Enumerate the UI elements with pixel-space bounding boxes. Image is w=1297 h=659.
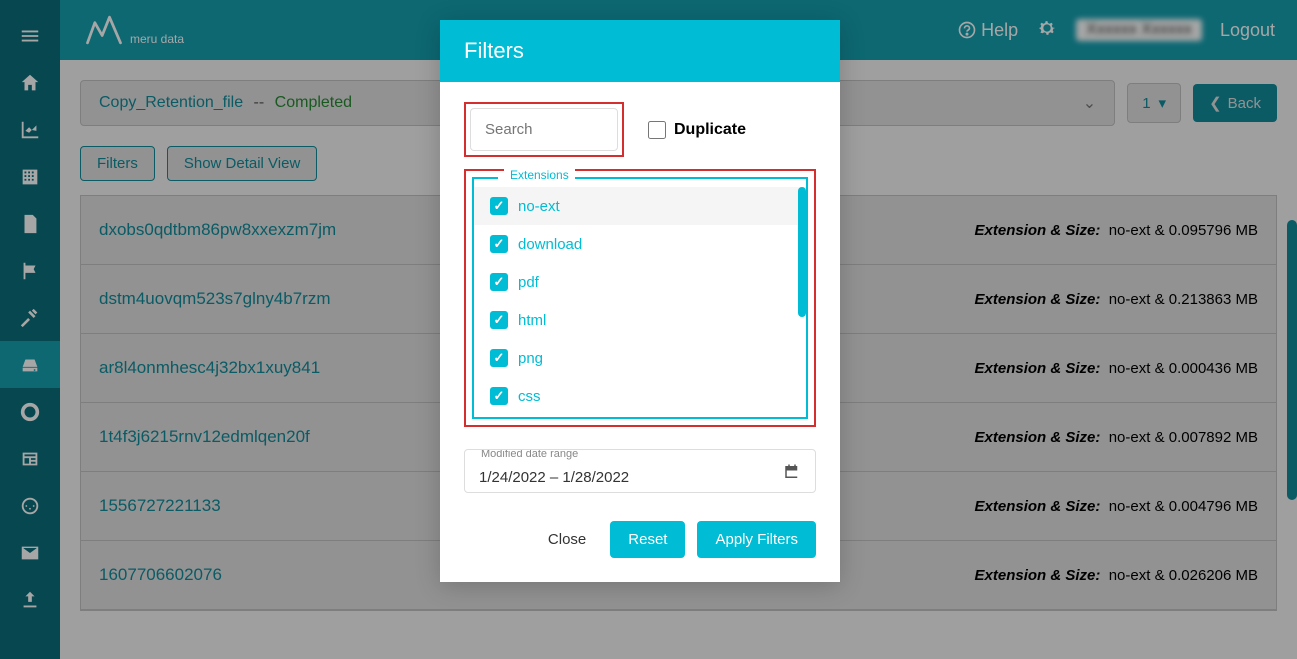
extension-item[interactable]: ✓css — [474, 377, 806, 415]
checkbox-checked-icon[interactable]: ✓ — [490, 311, 508, 329]
close-button[interactable]: Close — [536, 521, 598, 558]
search-input[interactable] — [470, 108, 618, 151]
checkbox-checked-icon[interactable]: ✓ — [490, 387, 508, 405]
extensions-scrollbar[interactable] — [798, 187, 806, 317]
extensions-highlight: Extensions ✓no-ext ✓download ✓pdf ✓html … — [464, 169, 816, 427]
duplicate-checkbox-input[interactable] — [648, 121, 666, 139]
search-highlight — [464, 102, 624, 157]
checkbox-checked-icon[interactable]: ✓ — [490, 273, 508, 291]
extension-item[interactable]: ✓html — [474, 301, 806, 339]
extension-item[interactable]: ✓png — [474, 339, 806, 377]
modal-title: Filters — [440, 20, 840, 82]
checkbox-checked-icon[interactable]: ✓ — [490, 235, 508, 253]
extension-item[interactable]: ✓pdf — [474, 263, 806, 301]
checkbox-checked-icon[interactable]: ✓ — [490, 349, 508, 367]
apply-filters-button[interactable]: Apply Filters — [697, 521, 816, 558]
calendar-icon[interactable] — [783, 463, 801, 486]
checkbox-checked-icon[interactable]: ✓ — [490, 197, 508, 215]
extension-item[interactable]: ✓download — [474, 225, 806, 263]
extension-item[interactable]: ✓no-ext — [474, 187, 806, 225]
extensions-panel: Extensions ✓no-ext ✓download ✓pdf ✓html … — [472, 177, 808, 419]
date-range-field[interactable]: Modified date range 1/24/2022 – 1/28/202… — [464, 449, 816, 493]
filters-modal: Filters Duplicate Extensions ✓no-ext ✓do… — [440, 20, 840, 582]
duplicate-checkbox[interactable]: Duplicate — [648, 121, 746, 139]
reset-button[interactable]: Reset — [610, 521, 685, 558]
extensions-label: Extensions — [504, 168, 575, 182]
